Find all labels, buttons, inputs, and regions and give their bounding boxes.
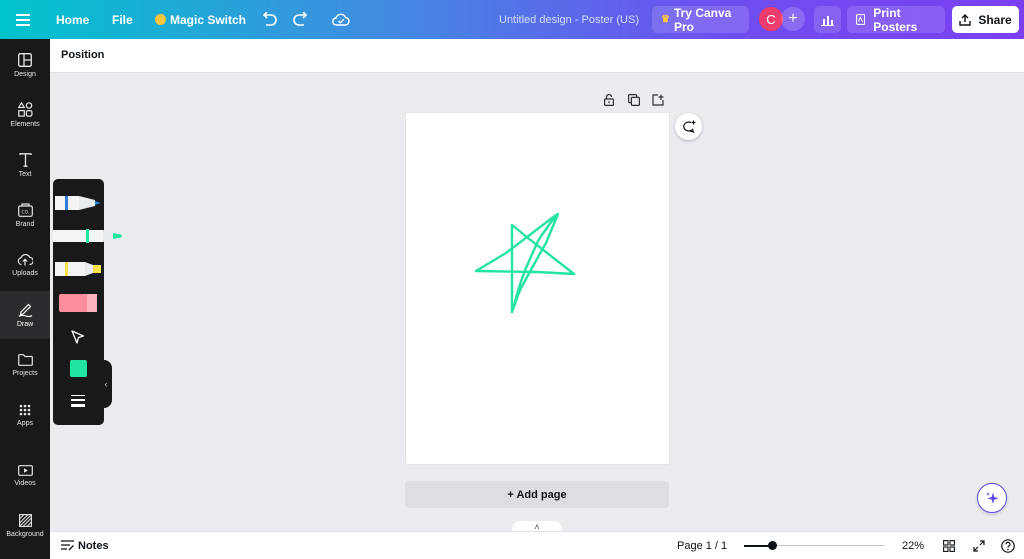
draw-icon xyxy=(18,303,32,317)
sidebar-item-label: Apps xyxy=(17,419,33,427)
design-title[interactable]: Untitled design - Poster (US) xyxy=(499,0,639,39)
share-icon xyxy=(959,13,972,26)
share-label: Share xyxy=(978,12,1012,27)
try-canva-pro-button[interactable]: ♛ Try Canva Pro xyxy=(652,5,749,34)
crown-icon: ♛ xyxy=(661,14,670,25)
position-button[interactable]: Position xyxy=(61,49,104,61)
add-comment-icon xyxy=(683,120,696,133)
menu-icon[interactable] xyxy=(14,11,32,29)
sidebar-item-design[interactable]: Design xyxy=(0,41,50,89)
lock-icon[interactable] xyxy=(601,92,617,108)
svg-text:CO.: CO. xyxy=(21,209,29,215)
sidebar-item-text[interactable]: Text xyxy=(0,141,50,189)
select-tool[interactable] xyxy=(66,325,90,349)
eraser-tool[interactable] xyxy=(53,291,104,315)
color-swatch[interactable] xyxy=(70,360,87,377)
fullscreen-icon[interactable] xyxy=(972,539,986,553)
print-posters-button[interactable]: Print Posters xyxy=(847,5,945,34)
highlighter-tool[interactable] xyxy=(53,257,104,281)
home-link[interactable]: Home xyxy=(56,0,89,39)
sidebar-item-label: Design xyxy=(14,70,36,78)
sidebar-item-background[interactable]: Background xyxy=(0,502,50,550)
magic-assistant-button[interactable] xyxy=(977,483,1007,513)
duplicate-page-icon[interactable] xyxy=(626,92,642,108)
grid-view-icon[interactable] xyxy=(942,539,956,553)
avatar-initial: C xyxy=(766,11,776,27)
video-icon xyxy=(17,465,33,476)
context-toolbar: Position xyxy=(50,39,1024,73)
undo-icon[interactable] xyxy=(260,10,278,28)
shapes-icon xyxy=(17,102,32,117)
zoom-slider[interactable] xyxy=(744,541,884,551)
sidebar-item-label: Draw xyxy=(16,320,34,328)
print-icon xyxy=(856,14,866,25)
sidebar-item-projects[interactable]: Projects xyxy=(0,341,50,389)
notes-icon[interactable] xyxy=(60,539,74,552)
share-button[interactable]: Share xyxy=(952,6,1019,33)
layout-icon xyxy=(18,52,32,67)
design-canvas[interactable] xyxy=(406,113,669,464)
print-label: Print Posters xyxy=(873,5,918,34)
drawn-star[interactable] xyxy=(406,113,669,464)
crown-icon xyxy=(155,14,166,25)
try-pro-label: Try Canva Pro xyxy=(673,5,732,34)
marker-tool[interactable] xyxy=(53,224,123,248)
cloud-upload-icon xyxy=(17,254,33,266)
sidebar-item-draw[interactable]: Draw xyxy=(0,291,50,339)
draw-tools-panel xyxy=(53,179,122,425)
pen-tool[interactable] xyxy=(53,191,104,215)
sidebar-item-label: Text xyxy=(18,170,32,178)
sidebar-item-uploads[interactable]: Uploads xyxy=(0,241,50,289)
sidebar-item-label: Background xyxy=(6,531,44,538)
apps-icon xyxy=(19,404,31,415)
add-page-button[interactable]: + Add page xyxy=(405,481,669,508)
top-bar: Home File Magic Switch Untitled design -… xyxy=(0,0,1024,39)
cloud-save-icon[interactable] xyxy=(331,10,351,28)
sidebar-item-videos[interactable]: Videos xyxy=(0,452,50,500)
sidebar-item-label: Uploads xyxy=(12,270,38,277)
pen-icon xyxy=(54,196,101,210)
chevron-left-icon: ‹ xyxy=(104,379,108,389)
sidebar-item-label: Brand xyxy=(15,220,35,228)
help-icon[interactable] xyxy=(1000,538,1016,554)
eraser-icon xyxy=(58,294,97,312)
sidebar-item-label: Elements xyxy=(10,121,40,128)
magic-switch-label: Magic Switch xyxy=(170,12,247,27)
add-page-icon[interactable] xyxy=(650,92,666,108)
text-icon xyxy=(18,152,32,167)
page-indicator[interactable]: Page 1 / 1 xyxy=(677,540,727,552)
magic-switch-button[interactable]: Magic Switch xyxy=(155,0,246,39)
bottom-bar: Notes Page 1 / 1 22% xyxy=(50,531,1024,559)
bar-chart-icon xyxy=(821,15,834,26)
background-icon xyxy=(18,514,32,527)
sidebar-item-label: Videos xyxy=(14,480,36,487)
comment-button[interactable] xyxy=(675,113,702,140)
folder-icon xyxy=(17,353,33,366)
sidebar-item-apps[interactable]: Apps xyxy=(0,391,50,439)
zoom-slider-thumb[interactable] xyxy=(768,541,777,550)
sidebar-item-brand[interactable]: CO. Brand xyxy=(0,191,50,239)
insights-button[interactable] xyxy=(814,6,841,33)
left-sidebar: Design Elements Text CO. Brand Uploads D… xyxy=(0,39,50,559)
zoom-level[interactable]: 22% xyxy=(902,540,924,552)
notes-button[interactable]: Notes xyxy=(78,540,109,552)
cursor-arrow-icon xyxy=(71,329,85,344)
add-collaborator-icon[interactable]: + xyxy=(781,7,805,31)
redo-icon[interactable] xyxy=(292,10,310,28)
sidebar-item-elements[interactable]: Elements xyxy=(0,91,50,139)
brand-icon: CO. xyxy=(17,202,33,217)
sidebar-item-label: Projects xyxy=(12,369,38,377)
marker-icon xyxy=(53,229,122,243)
collapse-panel-button[interactable]: ‹ xyxy=(100,360,112,408)
stroke-weight-icon xyxy=(71,395,85,407)
sparkle-icon xyxy=(985,491,998,504)
highlighter-icon xyxy=(54,262,101,276)
file-menu[interactable]: File xyxy=(112,0,133,39)
stroke-weight-tool[interactable] xyxy=(66,389,90,413)
avatar[interactable]: C xyxy=(759,7,783,31)
